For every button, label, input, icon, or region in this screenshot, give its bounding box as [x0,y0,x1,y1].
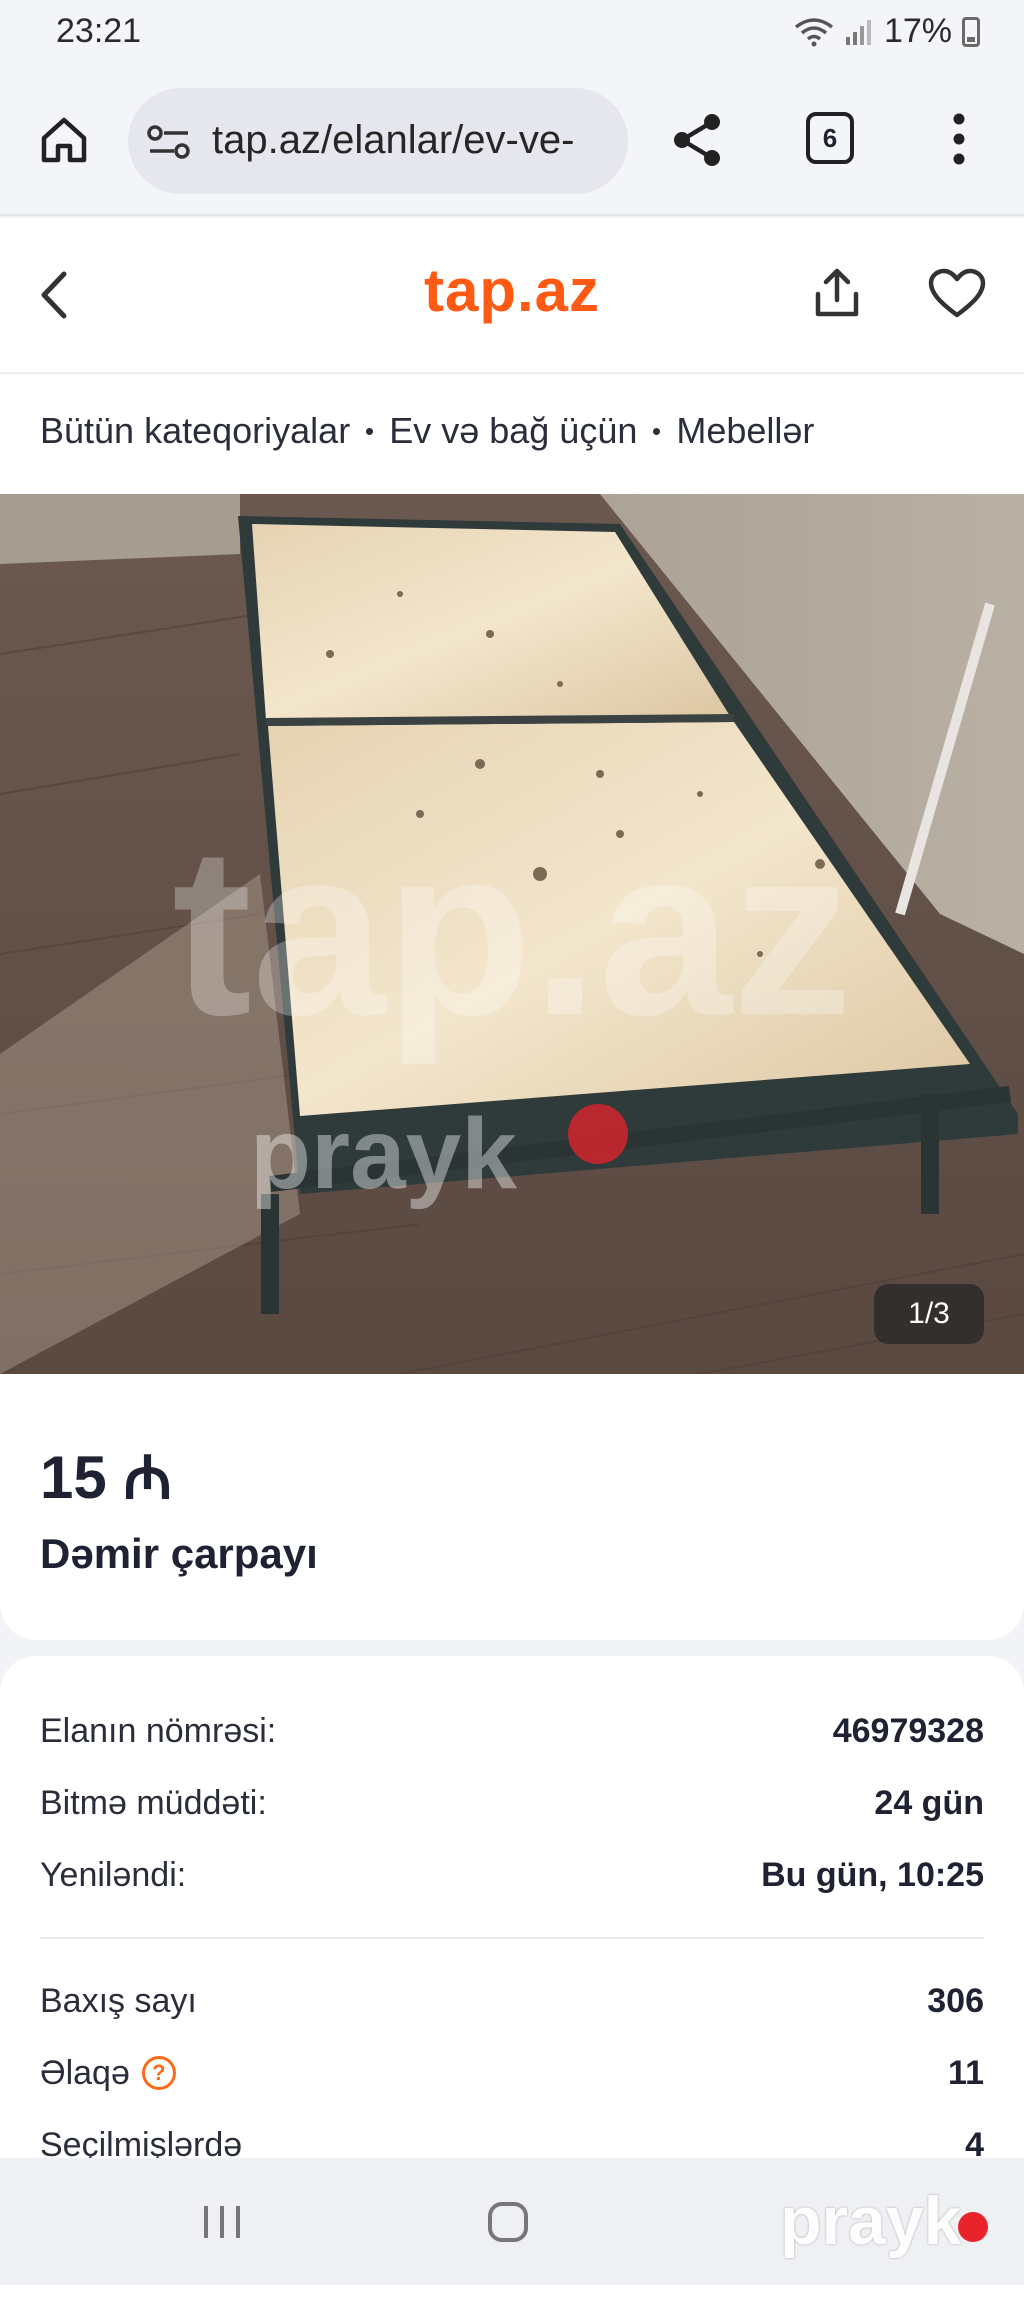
breadcrumb-separator [653,427,661,435]
stat-value: 11 [948,2053,984,2092]
home-button-icon[interactable] [486,2200,530,2244]
bed-photo: tap.az prayk [0,494,1024,1374]
listing-price: 15 ₼ [40,1444,173,1511]
watermark-text: tap.az [172,797,852,1065]
more-options-icon[interactable] [946,112,972,166]
upload-share-icon[interactable] [810,266,864,320]
browser-toolbar: tap.az/elanlar/ev-ve- 6 [0,66,1024,216]
wifi-icon [794,17,834,46]
battery-icon [962,16,980,47]
details-divider [40,1937,984,1939]
stat-label: Baxış sayı [40,1981,197,2020]
url-text[interactable]: tap.az/elanlar/ev-ve- [212,118,612,163]
site-logo[interactable]: tap.az [0,256,1024,325]
detail-row: Elanın nömrəsi: 46979328 [40,1706,984,1756]
detail-row: Yeniləndi: Bu gün, 10:25 [40,1850,984,1900]
status-bar: 23:21 17% [0,0,1024,66]
detail-value: Bu gün, 10:25 [761,1855,984,1894]
help-icon[interactable]: ? [141,2056,176,2090]
stat-value: 306 [927,1981,984,2020]
breadcrumb-all-categories[interactable]: Bütün kateqoriyalar [40,410,350,452]
signal-icon [845,19,871,45]
home-icon[interactable] [38,114,90,166]
favorite-heart-icon[interactable] [928,268,986,320]
breadcrumb: Bütün kateqoriyalar Ev və bağ üçün Mebel… [0,374,1024,494]
share-icon[interactable] [670,112,726,168]
detail-label: Yeniləndi: [40,1855,187,1894]
overlay-logo: prayk [250,1098,517,1210]
site-settings-icon[interactable] [146,124,192,160]
detail-label: Elanın nömrəsi: [40,1711,277,1750]
breadcrumb-furniture[interactable]: Mebellər [676,410,814,452]
breadcrumb-separator [366,427,374,435]
stat-label-wrap: Əlaqə ? [40,2054,176,2093]
listing-photo[interactable]: tap.az prayk 1/3 [0,494,1024,1374]
stat-label: Əlaqə [40,2053,130,2092]
detail-value: 24 gün [874,1783,984,1822]
status-time: 23:21 [56,12,142,50]
detail-row: Bitmə müddəti: 24 gün [40,1778,984,1828]
system-navigation-bar: prayk [0,2158,1024,2285]
status-indicators: 17% [794,12,980,51]
photo-counter: 1/3 [874,1284,984,1344]
detail-label: Bitmə müddəti: [40,1783,267,1822]
footer-watermark: prayk [780,2183,962,2259]
battery-percent: 17% [883,12,952,50]
listing-summary: 15 ₼ Dəmir çarpayı [0,1374,1024,1640]
stat-row: Əlaqə ? 11 [40,2048,984,2098]
tab-switcher-button[interactable]: 6 [806,112,854,164]
stat-row: Baxış sayı 306 [40,1976,984,2026]
recent-apps-icon[interactable] [200,2202,244,2242]
detail-value: 46979328 [832,1711,984,1750]
address-bar[interactable]: tap.az/elanlar/ev-ve- [128,88,628,194]
watermark-dot [958,2212,988,2242]
breadcrumb-home-garden[interactable]: Ev və bağ üçün [389,410,637,452]
site-header: tap.az [0,218,1024,374]
listing-title: Dəmir çarpayı [40,1530,318,1577]
